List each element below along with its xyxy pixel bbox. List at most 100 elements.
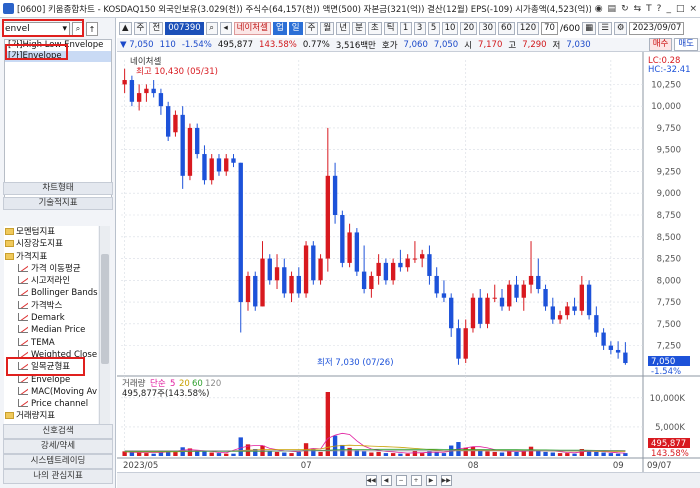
search-input[interactable]: envel ▾ bbox=[2, 22, 70, 36]
tree-item[interactable]: Price channel bbox=[4, 398, 98, 410]
candle-body bbox=[521, 284, 526, 298]
interval-1[interactable]: 1 bbox=[399, 22, 412, 35]
tree-item[interactable]: TEMA bbox=[4, 337, 98, 349]
menu-icon[interactable]: ☰ bbox=[598, 22, 612, 35]
tree-item[interactable]: Median Price bbox=[4, 324, 98, 336]
date-input[interactable]: 2023/09/07 bbox=[629, 22, 685, 35]
tree-item[interactable]: 가격 이동평균 bbox=[4, 263, 98, 275]
stock-type-button[interactable]: 주 bbox=[133, 22, 148, 35]
refresh-icon[interactable]: ↻ bbox=[621, 4, 629, 14]
price-chart[interactable]: 10,250 10,000 9,750 9,500 9,250 9,000 8,750 8,5… bbox=[117, 52, 700, 472]
prev-stock-icon[interactable]: ◂ bbox=[219, 22, 232, 35]
first-page-icon[interactable]: ◀◀ bbox=[365, 475, 377, 486]
period-year[interactable]: 년 bbox=[336, 22, 351, 35]
next-icon[interactable]: ▶ bbox=[425, 475, 437, 486]
tree-item-envelope[interactable]: Envelope bbox=[4, 374, 98, 386]
prev-icon[interactable]: ◀ bbox=[380, 475, 392, 486]
nav-system[interactable]: 시스템트레이딩 bbox=[3, 454, 113, 469]
scroll-thumb[interactable] bbox=[101, 254, 109, 364]
chart-line-icon bbox=[18, 337, 28, 346]
price-tick-label: 9,500 bbox=[657, 146, 681, 156]
interval-60[interactable]: 60 bbox=[498, 22, 515, 35]
period-week[interactable]: 주 bbox=[304, 22, 319, 35]
volume-bar bbox=[325, 392, 331, 456]
vol-tick-label: 10,000K bbox=[650, 394, 686, 404]
search-icon: ⌕ bbox=[75, 24, 81, 33]
result-item-selected[interactable]: [가]Envelope bbox=[5, 51, 111, 62]
tree-item[interactable]: 일목균형표 bbox=[4, 361, 98, 373]
nav-signal[interactable]: 신호검색 bbox=[3, 424, 113, 439]
result-item[interactable]: [가]High Low Envelope bbox=[5, 40, 111, 51]
sell-button[interactable]: 매도 bbox=[674, 38, 698, 51]
list-icon[interactable]: ▤ bbox=[608, 4, 617, 14]
tree-label: 시고저라인 bbox=[31, 276, 71, 287]
period-second[interactable]: 초 bbox=[367, 22, 382, 35]
nav-favorites[interactable]: 나의 관심지표 bbox=[3, 469, 113, 484]
all-button[interactable]: 전 bbox=[149, 22, 164, 35]
period-day[interactable]: 일 bbox=[288, 22, 303, 35]
period-month[interactable]: 월 bbox=[320, 22, 335, 35]
candle-body bbox=[463, 328, 468, 359]
tree-item[interactable]: 가격박스 bbox=[4, 300, 98, 312]
dropdown-icon[interactable]: ▾ bbox=[62, 24, 67, 34]
zoom-in-icon[interactable]: + bbox=[410, 475, 422, 486]
nav-strength[interactable]: 강세/약세 bbox=[3, 439, 113, 454]
vol-legend-20: 20 bbox=[179, 379, 190, 389]
close-icon[interactable]: × bbox=[689, 4, 697, 14]
tree-scrollbar[interactable] bbox=[99, 226, 110, 431]
grid-icon[interactable]: ▦ bbox=[582, 22, 597, 35]
tree-folder[interactable]: 거래량지표 bbox=[4, 410, 98, 422]
tree-item[interactable]: Bollinger Bands bbox=[4, 287, 98, 299]
minimize-icon[interactable]: _ bbox=[666, 4, 671, 14]
buy-button[interactable]: 매수 bbox=[648, 38, 673, 51]
up-button[interactable]: 업 bbox=[272, 22, 287, 35]
tree-item[interactable]: Weighted Close bbox=[4, 349, 98, 361]
tree-label: Weighted Close bbox=[31, 349, 98, 360]
maximize-icon[interactable]: □ bbox=[676, 4, 685, 14]
period-tick[interactable]: 틱 bbox=[383, 22, 398, 35]
count-input[interactable]: 70 bbox=[541, 22, 558, 35]
date-tick-label: 09 bbox=[613, 461, 624, 471]
tree-folder[interactable]: 시장강도지표 bbox=[4, 238, 98, 250]
interval-120[interactable]: 120 bbox=[516, 22, 540, 35]
tree-item[interactable]: Demark bbox=[4, 312, 98, 324]
stock-search-icon[interactable]: ⌕ bbox=[205, 22, 218, 35]
zoom-out-icon[interactable]: − bbox=[395, 475, 407, 486]
title-bar: [0600] 키움종합차트 - KOSDAQ150 외국인보유(3.029(천)… bbox=[0, 0, 700, 18]
open-label: 시 bbox=[464, 40, 473, 51]
volume-bar bbox=[557, 453, 563, 456]
volume-bar bbox=[470, 446, 476, 456]
interval-20[interactable]: 20 bbox=[460, 22, 478, 35]
volume-bar bbox=[514, 451, 519, 456]
help-icon[interactable]: ? bbox=[657, 4, 662, 14]
stock-code-input[interactable]: 007390 bbox=[165, 22, 204, 35]
search-row: envel ▾ ⌕ ↑ bbox=[2, 21, 114, 37]
tab-technical[interactable]: 기술적지표 bbox=[3, 197, 113, 210]
interval-3[interactable]: 3 bbox=[413, 22, 426, 35]
price-tick-label: 10,000 bbox=[651, 102, 681, 112]
settings-icon[interactable]: ⚙ bbox=[613, 22, 628, 35]
tree-label: Price channel bbox=[31, 399, 89, 410]
tab-chart-type[interactable]: 차트형태 bbox=[3, 182, 113, 195]
interval-30[interactable]: 30 bbox=[479, 22, 497, 35]
chart-line-icon bbox=[18, 386, 28, 395]
tree-folder[interactable]: 모멘텀지표 bbox=[4, 226, 98, 238]
period-minute[interactable]: 분 bbox=[352, 22, 366, 35]
candle-body bbox=[492, 297, 497, 299]
window-title: [0600] 키움종합차트 - KOSDAQ150 외국인보유(3.029(천)… bbox=[17, 4, 591, 15]
arrow-button[interactable]: ▲ bbox=[119, 22, 132, 35]
search-button[interactable]: ⌕ bbox=[72, 22, 84, 36]
volume-bar bbox=[231, 453, 236, 456]
tree-item[interactable]: 시고저라인 bbox=[4, 275, 98, 287]
interval-5[interactable]: 5 bbox=[427, 22, 440, 35]
tree-item[interactable]: MAC(Moving Av bbox=[4, 386, 98, 398]
up-button[interactable]: ↑ bbox=[86, 22, 98, 36]
price-tick-label: 8,500 bbox=[657, 233, 681, 243]
link-icon[interactable]: ⇆ bbox=[634, 4, 642, 14]
last-page-icon[interactable]: ▶▶ bbox=[440, 475, 452, 486]
tree-folder[interactable]: 가격지표 bbox=[4, 251, 98, 263]
interval-10[interactable]: 10 bbox=[441, 22, 459, 35]
stock-name[interactable]: 네이처셀 bbox=[233, 22, 271, 35]
font-icon[interactable]: T bbox=[646, 4, 652, 14]
pin-icon[interactable]: ◉ bbox=[595, 4, 603, 14]
